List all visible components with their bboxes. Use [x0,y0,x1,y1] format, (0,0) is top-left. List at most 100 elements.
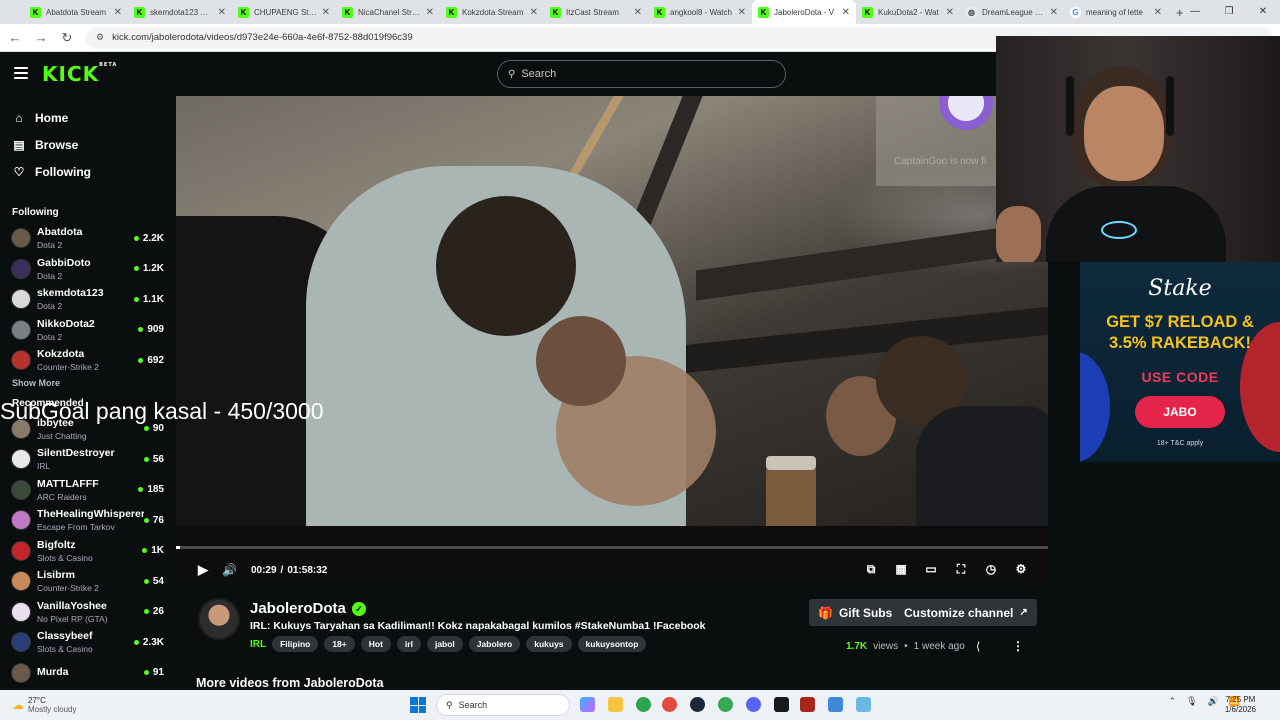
search-input[interactable] [521,68,762,80]
browser-tab[interactable]: Kangkool8 - Watch ✕ [648,0,752,24]
browser-tab[interactable]: ◍ DreamLeague Se ✕ [960,0,1064,24]
tag-chip[interactable]: jabol [426,636,463,652]
close-tab-icon[interactable]: ✕ [218,7,226,18]
volume-icon[interactable]: 🔊 [222,563,237,577]
channel-item[interactable]: skemdota123 Dota 2 1.1K [0,284,176,315]
streamer-avatar[interactable] [198,598,240,640]
time-separator: / [280,564,284,576]
close-tab-icon[interactable]: ✕ [114,7,122,18]
gift-subs-button[interactable]: 🎁 Gift Subs [809,599,902,626]
browser-tab[interactable]: K KukuDota2 - Wat ✕ [856,0,960,24]
nav-following[interactable]: ♡ Following [0,158,176,185]
close-tab-icon[interactable]: ✕ [530,7,538,18]
tag-chip[interactable]: 18+ [324,636,355,652]
tab-title: Abatdota Stream [46,7,107,17]
channel-item[interactable]: Bigfoltz Slots & Casino 1K [0,536,176,567]
speaker-icon[interactable]: 🔊 [1208,696,1219,707]
channel-item[interactable]: Classybeef Slots & Casino 2.3K [0,627,176,658]
viewer-count: 2.3K [133,637,164,648]
browser-tab[interactable]: K ItzCast Stream ✕ [544,0,648,24]
streaming-app-icon[interactable] [774,697,789,712]
back-icon[interactable]: ← [8,30,22,45]
nav-home[interactable]: ⌂ Home [0,104,176,131]
tag-chip[interactable]: kukuysontop [577,636,647,652]
channel-item[interactable]: Murda 91 [0,658,176,689]
tray-overflow-icon[interactable]: ⌃ [1169,696,1177,707]
channel-item[interactable]: Kokzdota Counter-Strike 2 692 [0,345,176,376]
more-options-icon[interactable]: ⋮ [1012,639,1024,653]
tag-chip[interactable]: kukuys [526,636,572,652]
clip-icon[interactable]: ▦ [894,562,908,576]
close-tab-icon[interactable]: ✕ [322,7,330,18]
nav-browse[interactable]: ▤ Browse [0,131,176,158]
browser-tab[interactable]: Gmeaning of lette ✕ [1064,0,1168,24]
play-icon[interactable]: ▶ [198,562,208,578]
browser-tab[interactable]: K NicaChanel Stream ✕ [336,0,440,24]
snipping-tool-icon[interactable] [856,697,871,712]
tag-chip[interactable]: Filipino [272,636,319,652]
stake-ad[interactable]: Stake GET $7 RELOAD & 3.5% RAKEBACK! USE… [1080,262,1280,462]
app-icon[interactable] [828,697,843,712]
tag-chip[interactable]: Hot [360,636,391,652]
browser-tab[interactable]: K JaboleroDota - V ✕ [752,0,856,24]
channel-item[interactable]: GabbiDoto Dota 2 1.2K [0,254,176,285]
settings-icon[interactable]: ⚙ [1014,562,1028,576]
minimize-icon[interactable]: — [1178,0,1212,24]
maximize-icon[interactable]: ❐ [1212,0,1246,24]
steam-icon[interactable] [690,697,705,712]
start-button[interactable] [410,697,426,713]
channel-item[interactable]: Abatdota Dota 2 2.2K [0,223,176,254]
clock[interactable]: 7:25 PM 1/6/2026 [1225,695,1256,715]
share-icon[interactable]: ⟨ [976,640,980,653]
copilot-icon[interactable] [580,697,595,712]
tag-chip[interactable]: Jabolero [468,636,521,652]
category-link[interactable]: IRL [250,639,266,650]
ad-code-button[interactable]: JABO [1135,396,1225,428]
channel-item[interactable]: MATTLAFFF ARC Raiders 185 [0,475,176,506]
close-window-icon[interactable]: ✕ [1246,0,1280,24]
close-tab-icon[interactable]: ✕ [1050,7,1058,18]
channel-item[interactable]: TheHealingWhisperer Escape From Tarkov 76 [0,505,176,536]
channel-item[interactable]: VanillaYoshee No Pixel RP (GTA) 26 [0,597,176,628]
reload-icon[interactable]: ↻ [60,30,74,46]
streamer-name[interactable]: JaboleroDota ✓ [250,600,366,617]
fullscreen-icon[interactable]: ⛶ [954,562,968,576]
chrome-icon[interactable] [636,697,651,712]
channel-category: Dota 2 [37,240,63,251]
browser-tab[interactable]: K Abatdota Stream ✕ [24,0,128,24]
customize-channel-button[interactable]: Customize channel ↗ [895,599,1037,626]
dota-icon[interactable] [800,697,815,712]
channel-item[interactable]: NikkoDota2 Dota 2 909 [0,315,176,346]
browser-tab[interactable]: Kskemdota123 Stream ✕ [128,0,232,24]
kick-logo[interactable]: KICKBETA [42,62,117,86]
video-player[interactable]: CaptainGoo is now fi [176,96,1048,584]
close-tab-icon[interactable]: ✕ [946,7,954,18]
microphone-icon[interactable]: 🎙 [1186,696,1197,707]
taskbar-search[interactable]: ⚲ Search [436,694,570,716]
search-box[interactable]: ⚲ [497,60,786,88]
site-info-icon[interactable]: ⚙ [96,32,104,43]
close-tab-icon[interactable]: ✕ [1154,7,1162,18]
weather-widget[interactable]: ☁ 27°C Mostly cloudy [12,696,76,714]
tag-chip[interactable]: irl [396,636,421,652]
forward-icon[interactable]: → [34,30,48,45]
show-more-link[interactable]: Show More [0,378,176,394]
channel-item[interactable]: Lisibrm Counter-Strike 2 54 [0,566,176,597]
browser-tab[interactable]: K Kokzdota Stream ✕ [440,0,544,24]
chrome-alt-icon[interactable] [718,697,733,712]
playback-speed-icon[interactable]: ◷ [984,562,998,576]
close-tab-icon[interactable]: ✕ [634,7,642,18]
close-tab-icon[interactable]: ✕ [842,7,850,18]
theater-mode-icon[interactable]: ▭ [924,562,938,576]
chrome-profile-icon[interactable] [662,697,677,712]
browser-tab[interactable]: K CHUPAENG Stream ✕ [232,0,336,24]
picture-in-picture-icon[interactable]: ⧉ [864,562,878,576]
live-dot-icon [138,327,144,333]
menu-icon[interactable] [14,67,28,79]
close-tab-icon[interactable]: ✕ [426,7,434,18]
file-explorer-icon[interactable] [608,697,623,712]
close-tab-icon[interactable]: ✕ [738,7,746,18]
channel-item[interactable]: SilentDestroyer IRL 56 [0,444,176,475]
discord-icon[interactable] [746,697,761,712]
progress-bar[interactable] [176,546,1048,549]
